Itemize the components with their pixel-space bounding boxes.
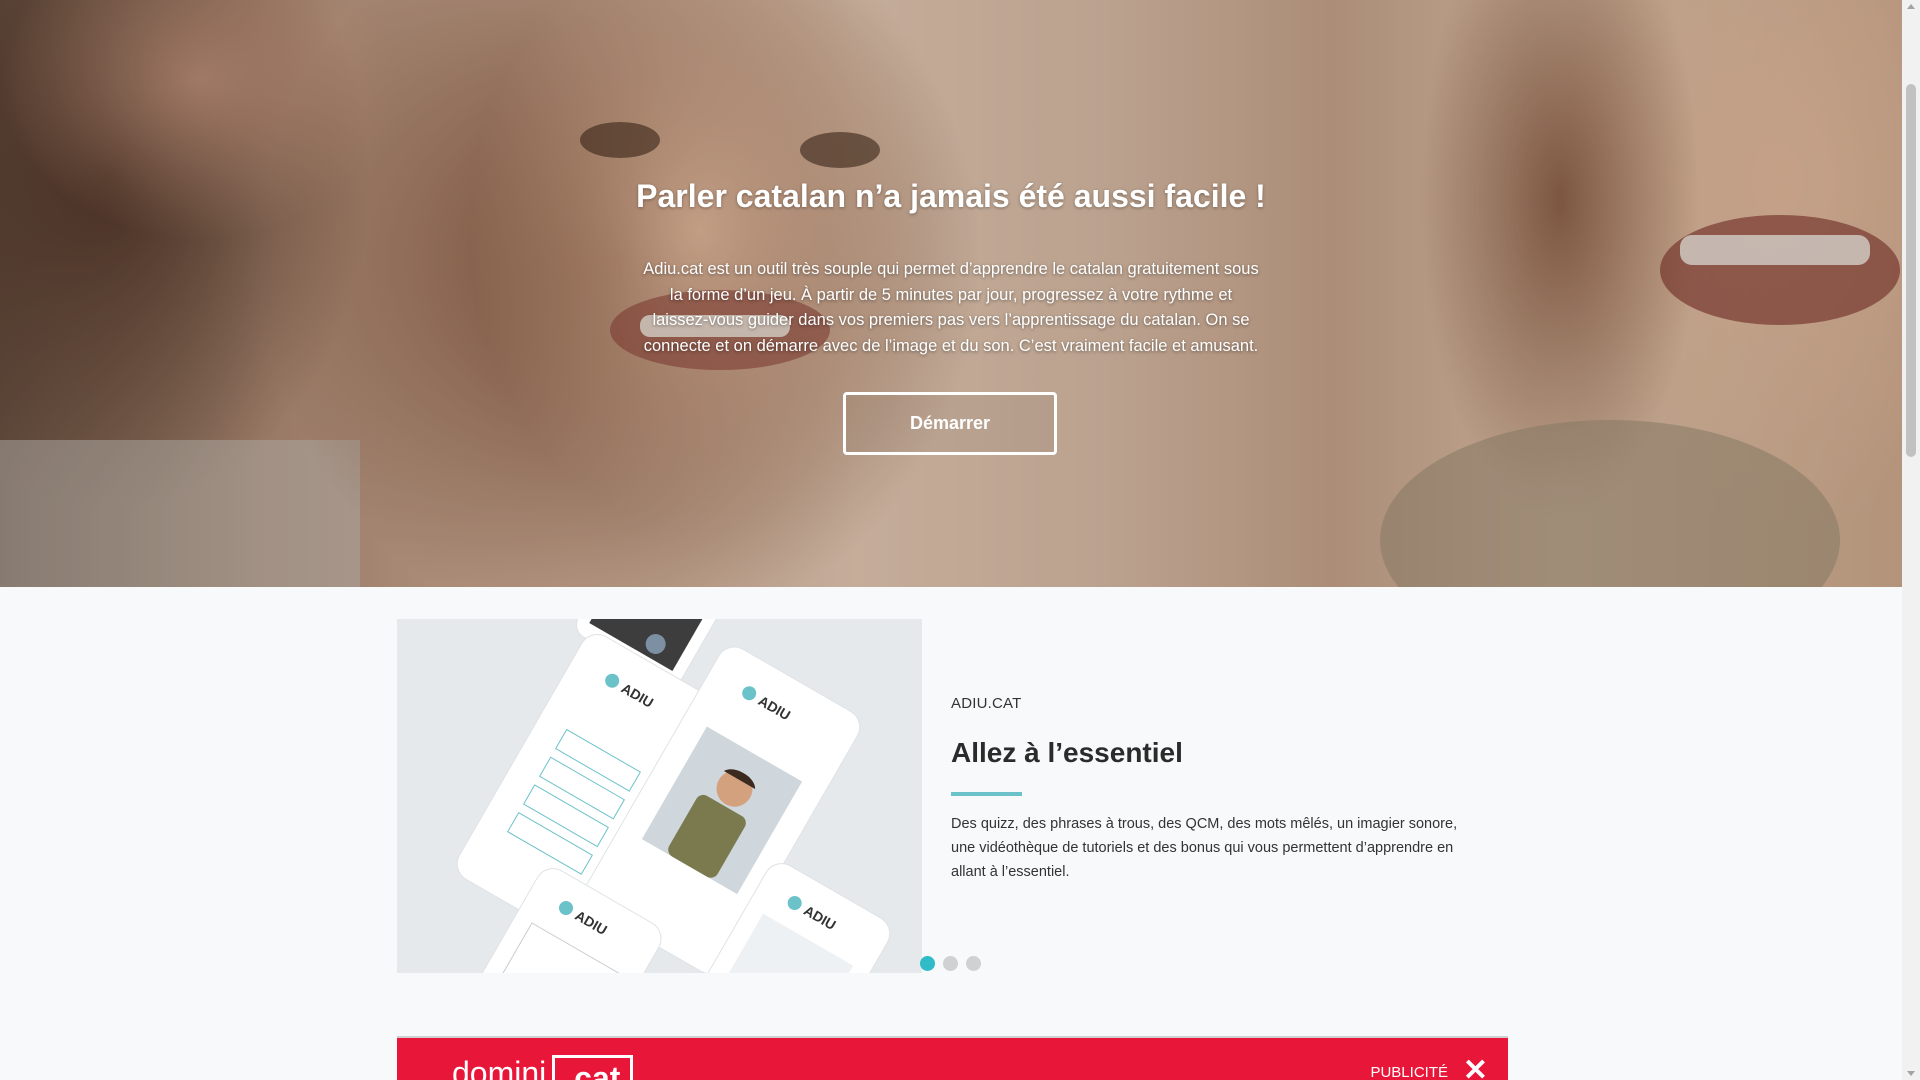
hero-description: Adiu.cat est un outil très souple qui pe… — [643, 260, 1259, 355]
start-button[interactable]: Démarrer — [843, 392, 1057, 455]
feature-image: ADIU ADIU ADIU ADIU — [397, 619, 922, 973]
close-icon[interactable]: ✕ — [1463, 1056, 1488, 1080]
scroll-down-icon[interactable] — [1907, 1071, 1915, 1076]
feature-kicker: ADIU.CAT — [951, 695, 1022, 712]
slider-dot-3[interactable] — [966, 956, 981, 971]
vertical-scrollbar[interactable] — [1902, 0, 1920, 1080]
ad-banner[interactable]: domini .cat PUBLICITÉ ✕ — [397, 1036, 1508, 1080]
ad-logo-text: domini — [452, 1055, 547, 1080]
ad-logo-box: .cat — [552, 1055, 634, 1080]
slider-dot-2[interactable] — [943, 956, 958, 971]
slider-dot-1[interactable] — [920, 956, 935, 971]
ad-label: PUBLICITÉ — [1370, 1064, 1448, 1080]
ad-logo: domini .cat — [452, 1055, 634, 1080]
scroll-thumb[interactable] — [1906, 84, 1916, 457]
feature-divider — [951, 792, 1022, 796]
phones-illustration: ADIU ADIU ADIU ADIU — [397, 619, 922, 973]
slider-dots — [920, 956, 981, 971]
page: Parler catalan n’a jamais été aussi faci… — [0, 0, 1920, 1080]
feature-title: Allez à l’essentiel — [951, 737, 1183, 768]
scroll-up-icon[interactable] — [1907, 4, 1915, 9]
hero-title: Parler catalan n’a jamais été aussi faci… — [636, 178, 1266, 214]
feature-description: Des quizz, des phrases à trous, des QCM,… — [951, 816, 1458, 880]
hero-section: Parler catalan n’a jamais été aussi faci… — [0, 0, 1902, 587]
